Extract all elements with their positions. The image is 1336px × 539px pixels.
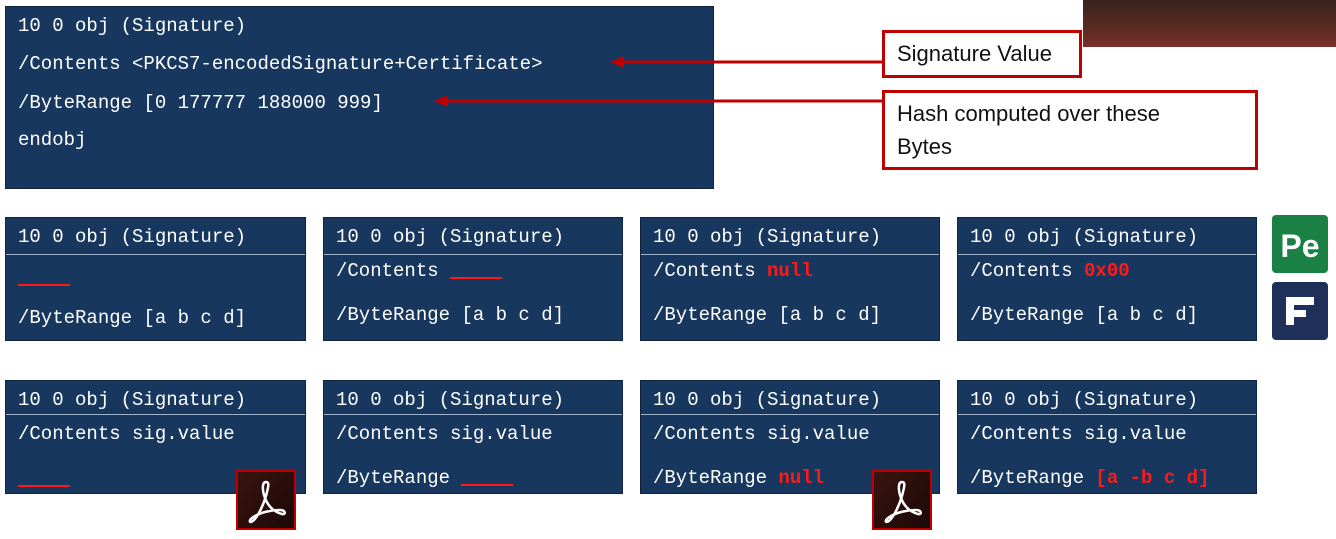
signature-object-box: 10 0 obj (Signature) /Contents <PKCS7-en… bbox=[5, 6, 714, 189]
variant-header: 10 0 obj (Signature) bbox=[336, 389, 565, 411]
variant-contents: /Contents sig.value bbox=[653, 423, 870, 445]
obj-header: 10 0 obj (Signature) bbox=[18, 15, 247, 37]
byterange-null-value: null bbox=[778, 467, 825, 489]
variant-box-r1c3: 10 0 obj (Signature) /Contents null /Byt… bbox=[640, 217, 940, 341]
byterange-line: /ByteRange [0 177777 188000 999] bbox=[18, 92, 383, 114]
pdf-editor-icon bbox=[1272, 282, 1328, 340]
hash-callout-line2: Bytes bbox=[897, 134, 953, 159]
missing-byterange-marker bbox=[18, 485, 70, 487]
variant-header: 10 0 obj (Signature) bbox=[653, 226, 882, 248]
variant-box-r1c1: 10 0 obj (Signature) /ByteRange [a b c d… bbox=[5, 217, 306, 341]
byterange-label: /ByteRange bbox=[653, 467, 779, 489]
hash-callout-line1: Hash computed over these bbox=[897, 101, 1160, 126]
svg-text:Pe: Pe bbox=[1280, 228, 1319, 264]
variant-byterange: /ByteRange [a b c d] bbox=[18, 307, 247, 329]
variant-header: 10 0 obj (Signature) bbox=[653, 389, 882, 411]
endobj-line: endobj bbox=[18, 129, 87, 151]
speaker-video-thumbnail bbox=[1083, 0, 1336, 47]
variant-box-r2c4: 10 0 obj (Signature) /Contents sig.value… bbox=[957, 380, 1257, 494]
acrobat-reader-icon bbox=[872, 470, 932, 530]
variant-header: 10 0 obj (Signature) bbox=[18, 226, 247, 248]
variant-header: 10 0 obj (Signature) bbox=[970, 389, 1199, 411]
contents-label: /Contents bbox=[653, 260, 768, 282]
variant-box-r1c2: 10 0 obj (Signature) /Contents /ByteRang… bbox=[323, 217, 623, 341]
contents-label: /Contents bbox=[970, 260, 1085, 282]
missing-contents-marker bbox=[18, 284, 70, 286]
acrobat-reader-icon bbox=[236, 470, 296, 530]
variant-contents: /Contents sig.value bbox=[18, 423, 235, 445]
variant-byterange: /ByteRange [a b c d] bbox=[653, 304, 882, 326]
byterange-label: /ByteRange bbox=[970, 467, 1096, 489]
empty-byterange-marker bbox=[461, 483, 514, 486]
variant-byterange: /ByteRange [a b c d] bbox=[970, 304, 1199, 326]
variant-contents: /Contents bbox=[336, 260, 503, 282]
byterange-label: /ByteRange bbox=[336, 467, 462, 489]
variant-box-r2c2: 10 0 obj (Signature) /Contents sig.value… bbox=[323, 380, 623, 494]
variant-box-r1c4: 10 0 obj (Signature) /Contents 0x00 /Byt… bbox=[957, 217, 1257, 341]
pe-icon: Pe bbox=[1272, 215, 1328, 273]
byterange-negative-value: [a -b c d] bbox=[1095, 467, 1210, 489]
contents-null-value: null bbox=[767, 260, 813, 282]
signature-value-label: Signature Value bbox=[897, 41, 1052, 66]
variant-header: 10 0 obj (Signature) bbox=[336, 226, 565, 248]
hash-callout: Hash computed over these Bytes bbox=[882, 90, 1258, 170]
variant-header: 10 0 obj (Signature) bbox=[18, 389, 247, 411]
variant-header: 10 0 obj (Signature) bbox=[970, 226, 1199, 248]
variant-contents: /Contents 0x00 bbox=[970, 260, 1130, 282]
empty-contents-marker bbox=[450, 276, 503, 279]
variant-byterange: /ByteRange bbox=[336, 467, 514, 489]
contents-zero-value: 0x00 bbox=[1084, 260, 1130, 282]
contents-label: /Contents bbox=[336, 260, 451, 282]
contents-line: /Contents <PKCS7-encodedSignature+Certif… bbox=[18, 53, 543, 75]
variant-byterange: /ByteRange [a -b c d] bbox=[970, 467, 1209, 489]
variant-byterange: /ByteRange null bbox=[653, 467, 824, 489]
variant-contents: /Contents sig.value bbox=[970, 423, 1187, 445]
signature-value-callout: Signature Value bbox=[882, 30, 1082, 78]
variant-contents: /Contents null bbox=[653, 260, 813, 282]
variant-contents: /Contents sig.value bbox=[336, 423, 553, 445]
variant-byterange: /ByteRange [a b c d] bbox=[336, 304, 565, 326]
